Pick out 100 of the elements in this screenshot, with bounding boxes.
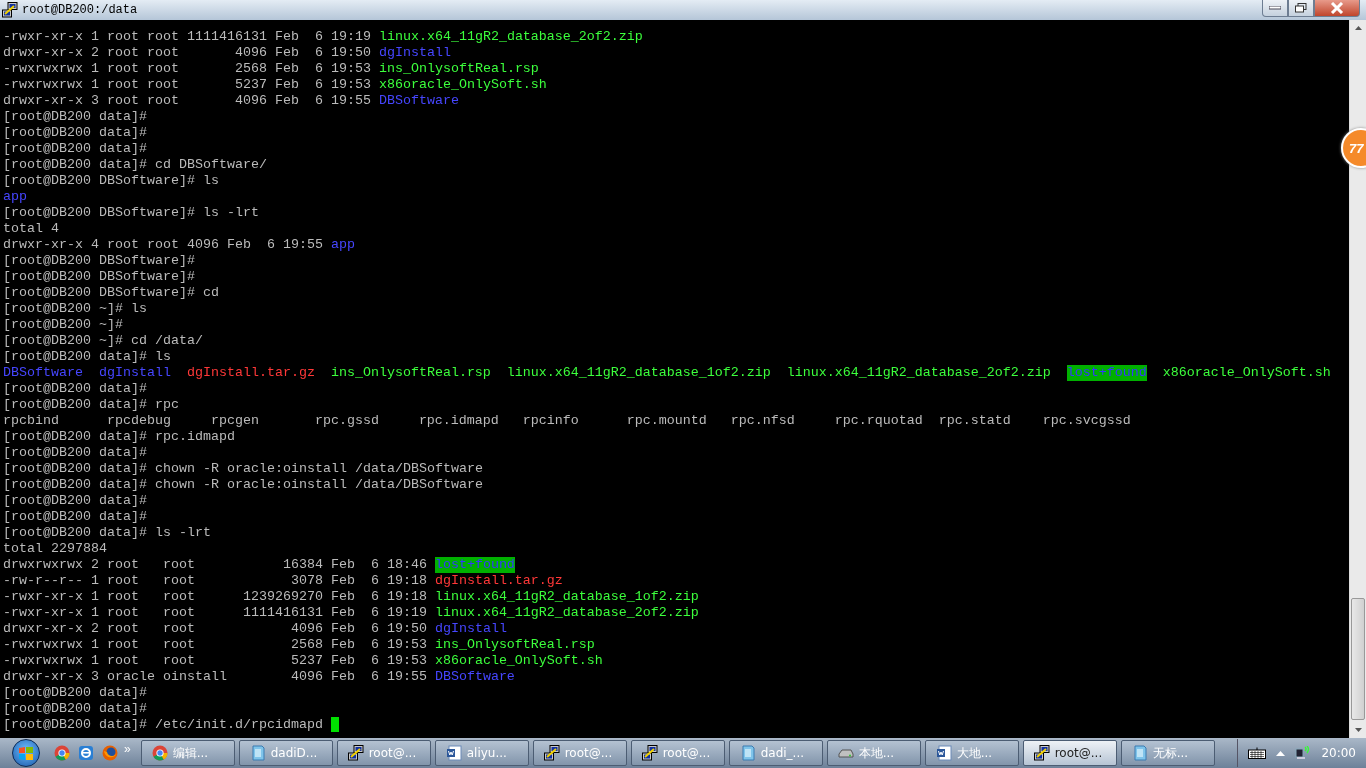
terminal-text: rpcgen xyxy=(210,413,260,429)
terminal-text: -rwxr-xr-x 1 root root 1111416131 Feb 6 19:19 xyxy=(3,29,371,45)
terminal-text: [root@DB200 data]# /etc/init.d/rpcidmapd xyxy=(3,717,323,733)
terminal-text: drwxrwxrwx 2 root root 16384 Feb 6 18:46 xyxy=(3,557,427,573)
terminal-text: rpc.gssd xyxy=(314,413,380,429)
terminal-text: rpcdebug xyxy=(106,413,172,429)
minimize-button[interactable] xyxy=(1262,0,1288,17)
terminal-app-icon xyxy=(2,2,18,18)
minimize-icon xyxy=(1269,6,1281,10)
terminal-text: -rwxrwxrwx 1 root root 5237 Feb 6 19:53 xyxy=(3,77,371,93)
terminal-text: drwxr-xr-x 2 root root 4096 Feb 6 19:50 xyxy=(3,621,427,637)
terminal-text: [root@DB200 data]# xyxy=(3,109,147,125)
terminal-text: total 4 xyxy=(3,221,59,237)
taskbar-button[interactable]: root@... xyxy=(1022,740,1117,766)
terminal-text: rpcbind xyxy=(3,413,60,429)
more-button[interactable]: » xyxy=(124,742,131,756)
taskbar-button[interactable]: 无标... xyxy=(1120,740,1215,766)
directory-name: DBSoftware xyxy=(434,669,515,685)
restore-icon xyxy=(1295,3,1307,13)
terminal-text: drwxr-xr-x 3 root root 4096 Feb 6 19:55 xyxy=(3,93,371,109)
terminal-app-icon xyxy=(1033,745,1050,761)
directory-name: dgInstall xyxy=(378,45,451,61)
scrollbar[interactable] xyxy=(1349,20,1366,738)
terminal-text: [root@DB200 data]# xyxy=(3,381,147,397)
quick-launch-button[interactable] xyxy=(102,745,118,761)
close-button[interactable] xyxy=(1314,0,1360,17)
taskbar-button[interactable]: aliyu... xyxy=(434,740,529,766)
taskbar-button[interactable]: dadiD... xyxy=(238,740,333,766)
notepad-icon xyxy=(249,745,266,761)
terminal-text: [root@DB200 data]# xyxy=(3,509,147,525)
terminal-text: [root@DB200 data]# chown -R oracle:oinstall /data/DBSoftware xyxy=(3,477,483,493)
scroll-up-icon[interactable] xyxy=(1354,26,1362,30)
file-name: ins_OnlysoftReal.rsp xyxy=(434,637,595,653)
file-name: x86oracle_OnlySoft.sh xyxy=(378,77,547,93)
terminal-text: drwxr-xr-x 4 root root 4096 Feb 6 19:55 xyxy=(3,237,323,253)
browser-icon xyxy=(78,745,94,761)
chrome-icon xyxy=(151,745,168,761)
terminal-text: [root@DB200 data]# rpc xyxy=(3,397,179,413)
terminal-text: [root@DB200 data]# rpc.idmapd xyxy=(3,429,235,445)
terminal-text: -rwxrwxrwx 1 root root 2568 Feb 6 19:53 xyxy=(3,637,427,653)
terminal-app-icon xyxy=(347,745,364,761)
terminal-text: -rw-r--r-- 1 root root 3078 Feb 6 19:18 xyxy=(3,573,427,589)
clock[interactable]: 20:00 xyxy=(1321,746,1356,760)
terminal-text: [root@DB200 data]# ls xyxy=(3,349,171,365)
taskbar-button[interactable]: root@... xyxy=(630,740,725,766)
terminal-text: [root@DB200 DBSoftware]# ls -lrt xyxy=(3,205,259,221)
terminal-text: [root@DB200 data]# xyxy=(3,445,147,461)
directory-name: app xyxy=(3,189,27,205)
file-name: linux.x64_11gR2_database_2of2.zip xyxy=(378,29,643,45)
directory-name: DBSoftware xyxy=(378,93,459,109)
terminal-text: drwxr-xr-x 2 root root 4096 Feb 6 19:50 xyxy=(3,45,371,61)
quick-launch-button[interactable] xyxy=(78,745,94,761)
document-icon xyxy=(445,745,462,761)
close-icon xyxy=(1330,2,1344,14)
directory-name: lost+found xyxy=(434,557,515,573)
terminal-text: [root@DB200 data]# xyxy=(3,141,147,157)
directory-name: app xyxy=(330,237,355,253)
firefox-icon xyxy=(102,745,118,761)
terminal-text: [root@DB200 DBSoftware]# xyxy=(3,253,195,269)
chrome-icon xyxy=(54,745,70,761)
scroll-down-icon[interactable] xyxy=(1354,728,1362,732)
terminal-text: -rwxrwxrwx 1 root root 5237 Feb 6 19:53 xyxy=(3,653,427,669)
terminal-text: rpc.mountd xyxy=(626,413,708,429)
keyboard-icon[interactable] xyxy=(1248,747,1267,759)
taskbar-button[interactable]: root@... xyxy=(532,740,627,766)
file-name: linux.x64_11gR2_database_2of2.zip xyxy=(786,365,1051,381)
terminal-app-icon xyxy=(543,745,560,761)
taskbar-button[interactable]: 编辑... xyxy=(140,740,235,766)
taskbar-button[interactable]: root@... xyxy=(336,740,431,766)
quick-launch-button[interactable] xyxy=(54,745,70,761)
terminal-text: [root@DB200 data]# xyxy=(3,685,147,701)
terminal-text: [root@DB200 data]# xyxy=(3,701,147,717)
archive-name: dgInstall.tar.gz xyxy=(186,365,315,381)
show-hidden-icons-icon[interactable] xyxy=(1276,750,1286,756)
notepad-icon xyxy=(739,745,756,761)
file-name: linux.x64_11gR2_database_1of2.zip xyxy=(506,365,771,381)
file-name: x86oracle_OnlySoft.sh xyxy=(1162,365,1331,381)
taskbar-button[interactable]: 大地... xyxy=(924,740,1019,766)
terminal-text: [root@DB200 ~]# ls xyxy=(3,301,147,317)
taskbar-button[interactable]: 本地... xyxy=(826,740,921,766)
directory-name: dgInstall xyxy=(434,621,507,637)
file-name: ins_OnlysoftReal.rsp xyxy=(330,365,491,381)
terminal-text: [root@DB200 ~]# cd /data/ xyxy=(3,333,203,349)
start-button[interactable] xyxy=(12,739,40,767)
terminal-text: rpc.statd xyxy=(938,413,1012,429)
file-name: x86oracle_OnlySoft.sh xyxy=(434,653,603,669)
windows-logo-icon xyxy=(19,746,33,760)
terminal-text: [root@DB200 data]# xyxy=(3,493,147,509)
terminal-text: rpc.idmapd xyxy=(418,413,500,429)
scrollbar-thumb[interactable] xyxy=(1351,598,1365,720)
restore-button[interactable] xyxy=(1288,0,1314,17)
notepad-icon xyxy=(1131,745,1148,761)
window-title: root@DB200:/data xyxy=(22,3,139,17)
terminal-text: rpc.nfsd xyxy=(730,413,796,429)
terminal-text: [root@DB200 DBSoftware]# ls xyxy=(3,173,219,189)
terminal-text: [root@DB200 DBSoftware]# cd xyxy=(3,285,219,301)
directory-name: lost+found xyxy=(1066,365,1147,381)
taskbar-button[interactable]: dadi_... xyxy=(728,740,823,766)
terminal-text: [root@DB200 data]# chown -R oracle:oinstall /data/DBSoftware xyxy=(3,461,483,477)
network-icon[interactable] xyxy=(1295,746,1312,760)
